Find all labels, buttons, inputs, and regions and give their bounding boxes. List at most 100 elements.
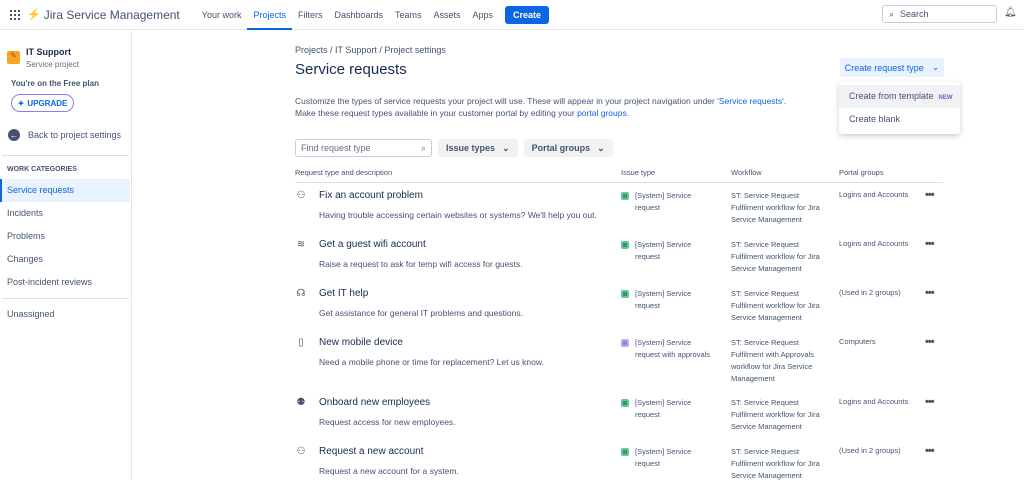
request-type-name[interactable]: New mobile device <box>319 337 544 348</box>
issue-type: request <box>635 410 661 419</box>
nav-teams[interactable]: Teams <box>389 0 428 30</box>
desc-text: . <box>626 108 630 118</box>
column-header: Workflow <box>731 168 762 177</box>
issue-type-icon <box>621 399 629 407</box>
wifi-icon: ≋ <box>296 239 306 250</box>
more-actions-icon[interactable]: ••• <box>925 336 935 348</box>
column-header: Portal groups <box>839 168 884 177</box>
create-button[interactable]: Create <box>505 5 550 24</box>
new-account-icon: ⚇ <box>296 446 306 457</box>
plan-label: You're on the Free plan <box>11 79 99 88</box>
service-requests-link[interactable]: 'Service requests' <box>717 96 784 106</box>
chevron-down-icon: ⌄ <box>931 62 940 72</box>
search-input[interactable]: ⌕ Search <box>882 5 997 23</box>
issue-type: request with approvals <box>635 350 711 359</box>
workflow-line: Fulfilment workflow for Jira <box>731 203 820 212</box>
workflow-line: Service Management <box>731 215 802 224</box>
nav-assets[interactable]: Assets <box>428 0 467 30</box>
sidebar-item-unassigned[interactable]: Unassigned <box>0 303 131 326</box>
request-type-name[interactable]: Get a guest wifi account <box>319 239 523 250</box>
workflow-line: ST: Service Request <box>731 191 799 200</box>
issue-type-icon <box>621 339 629 347</box>
workflow-line: Fulfilment workflow for Jira <box>731 459 820 468</box>
upgrade-button[interactable]: ✦ UPGRADE <box>11 94 74 112</box>
sidebar-item-incidents[interactable]: Incidents <box>0 202 131 225</box>
table-row[interactable]: ≋ Get a guest wifi account Raise a request… <box>295 232 943 281</box>
upgrade-label: UPGRADE <box>27 98 68 108</box>
table-header: Request type and description Issue type … <box>295 168 943 183</box>
sparkle-icon: ✦ <box>17 98 25 108</box>
nav-filters[interactable]: Filters <box>292 0 329 30</box>
arrow-left-icon: ← <box>8 129 20 141</box>
workflow-line: workflow for Jira Service <box>731 362 813 371</box>
product-logo[interactable]: ⚡ Jira Service Management <box>27 8 180 22</box>
more-actions-icon[interactable]: ••• <box>925 445 935 457</box>
create-request-type-label: Create request type <box>844 62 924 73</box>
table-row[interactable]: ⚇ Request a new account Request a new acco… <box>295 439 943 488</box>
notifications-icon[interactable]: 🔔︎ <box>1004 7 1017 18</box>
nav-your-work[interactable]: Your work <box>196 0 248 30</box>
breadcrumb[interactable]: Projects / IT Support / Project settings <box>295 45 945 55</box>
nav-apps[interactable]: Apps <box>467 0 500 30</box>
issue-type: request <box>635 459 661 468</box>
workflow-line: Fulfilment workflow for Jira <box>731 301 820 310</box>
request-type-description: Raise a request to ask for temp wifi acc… <box>319 259 523 269</box>
mobile-device-icon: ▯ <box>298 337 304 348</box>
project-name: IT Support <box>26 47 71 57</box>
column-header: Issue type <box>621 168 656 177</box>
workflow-line: Service Management <box>731 422 802 431</box>
request-type-description: Having trouble accessing certain website… <box>319 210 597 220</box>
sidebar-item-problems[interactable]: Problems <box>0 225 131 248</box>
portal-group: (Used in 2 groups) <box>839 446 901 455</box>
issue-type: [System] Service <box>635 447 692 456</box>
more-actions-icon[interactable]: ••• <box>925 287 935 299</box>
sidebar-item-service-requests[interactable]: Service requests <box>0 179 130 202</box>
request-type-description: Request a new account for a system. <box>319 466 459 476</box>
portal-groups-link[interactable]: portal groups <box>577 108 627 118</box>
menu-item-create-blank[interactable]: Create blank <box>839 108 960 131</box>
table-row[interactable]: ⚉ Onboard new employees Request access for… <box>295 390 943 439</box>
nav-projects[interactable]: Projects <box>247 0 292 30</box>
menu-item-create-from-template[interactable]: Create from template NEW <box>839 85 960 108</box>
portal-groups-label: Portal groups <box>531 143 591 153</box>
workflow-line: Fulfilment workflow for Jira <box>731 410 820 419</box>
request-type-description: Request access for new employees. <box>319 417 456 427</box>
issue-type: request <box>635 203 661 212</box>
workflow-line: Fulfilment workflow for Jira <box>731 252 820 261</box>
more-actions-icon[interactable]: ••• <box>925 238 935 250</box>
table-row[interactable]: ▯ New mobile device Need a mobile phone or… <box>295 330 943 390</box>
find-request-type-input[interactable]: Find request type ⌕ <box>295 139 432 157</box>
sidebar-item-changes[interactable]: Changes <box>0 248 131 271</box>
new-badge: NEW <box>938 95 953 101</box>
portal-group: (Used in 2 groups) <box>839 288 901 297</box>
request-type-name[interactable]: Fix an account problem <box>319 190 597 201</box>
create-request-type-button[interactable]: Create request type ⌄ <box>840 58 944 77</box>
back-to-project-settings[interactable]: ← Back to project settings <box>8 129 131 141</box>
top-navigation: ⚡ Jira Service Management Your work Proje… <box>0 0 1024 30</box>
request-type-description: Need a mobile phone or time for replacem… <box>319 357 544 367</box>
request-type-name[interactable]: Get IT help <box>319 288 523 299</box>
app-switcher-icon[interactable] <box>10 9 20 20</box>
issue-type: request <box>635 301 661 310</box>
issue-types-dropdown[interactable]: Issue types ⌄ <box>438 139 518 157</box>
account-problem-icon: ⚇ <box>296 190 306 201</box>
nav-dashboards[interactable]: Dashboards <box>328 0 389 30</box>
workflow-line: ST: Service Request <box>731 447 799 456</box>
bolt-icon: ⚡ <box>27 9 41 21</box>
issue-type-icon <box>621 448 629 456</box>
table-row[interactable]: ⚇ Fix an account problem Having trouble ac… <box>295 183 943 232</box>
more-actions-icon[interactable]: ••• <box>925 396 935 408</box>
portal-groups-dropdown[interactable]: Portal groups ⌄ <box>523 139 613 157</box>
table-row[interactable]: ☊ Get IT help Get assistance for general I… <box>295 281 943 330</box>
workflow-line: ST: Service Request <box>731 398 799 407</box>
sidebar-item-post-incident-reviews[interactable]: Post-incident reviews <box>0 271 131 294</box>
project-avatar: ✎ <box>7 51 20 64</box>
workflow-line: Fulfilment with Approvals <box>731 350 814 359</box>
find-placeholder: Find request type <box>301 143 371 153</box>
sidebar: ✎ IT Support Service project You're on th… <box>0 31 132 480</box>
issue-type-icon <box>621 192 629 200</box>
more-actions-icon[interactable]: ••• <box>925 189 935 201</box>
request-type-name[interactable]: Request a new account <box>319 446 459 457</box>
divider <box>2 155 129 156</box>
request-type-name[interactable]: Onboard new employees <box>319 397 456 408</box>
